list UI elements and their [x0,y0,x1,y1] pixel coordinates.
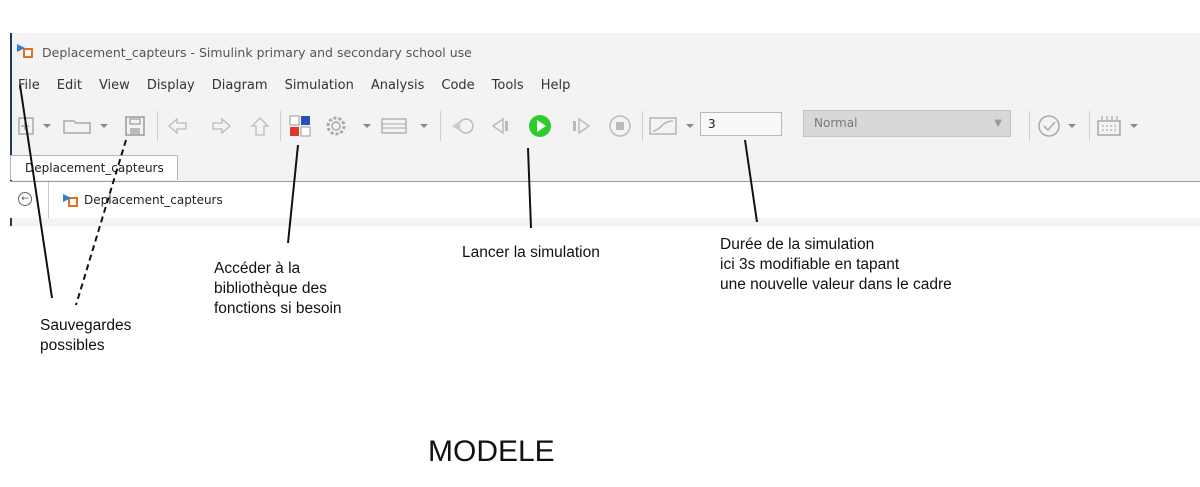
annotation-library: Accéder à la bibliothèque des fonctions … [214,259,342,319]
run-pointer-line [527,147,532,229]
annotation-run-line1: Lancer la simulation [462,244,600,261]
annotation-library-line2: bibliothèque des [214,280,327,297]
annotation-save: Sauvegardes possibles [40,316,131,356]
annotation-library-line3: fonctions si besoin [214,300,342,317]
library-pointer-line [287,144,299,244]
annotation-save-line1: Sauvegardes [40,317,132,334]
duration-pointer-line [744,139,758,223]
annotation-duration-line2: ici 3s modifiable en tapant [720,256,900,273]
save-pointer-line [19,84,53,299]
save-pointer-dashed-line [75,139,127,306]
annotation-duration-line1: Durée de la simulation [720,236,875,253]
page-heading: MODELE [428,435,555,468]
annotation-run: Lancer la simulation [462,243,600,263]
annotation-duration-line3: une nouvelle valeur dans le cadre [720,276,952,293]
annotation-lines [19,84,758,306]
annotation-duration: Durée de la simulation ici 3s modifiable… [720,235,952,295]
annotation-save-line2: possibles [40,337,105,354]
annotation-library-line1: Accéder à la [214,260,301,277]
